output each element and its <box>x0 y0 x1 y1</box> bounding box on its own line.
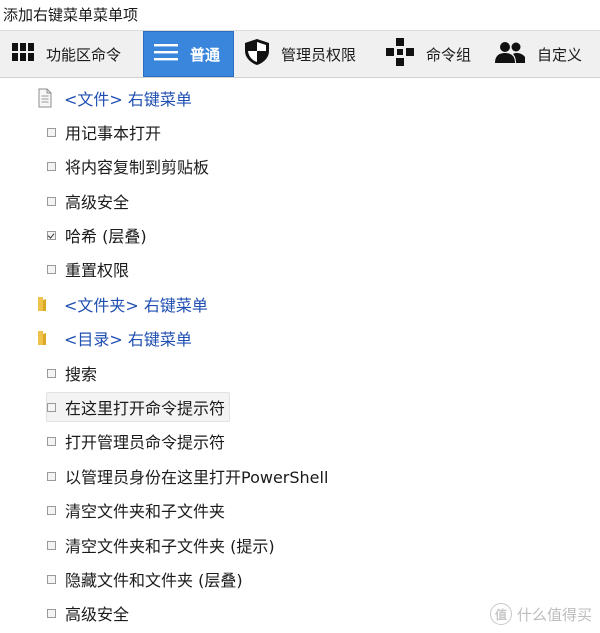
item-label: 清空文件夹和子文件夹 (提示) <box>65 537 275 556</box>
tab-label: 普通 <box>190 45 221 64</box>
checkbox[interactable] <box>47 471 56 481</box>
list-icon <box>154 43 178 65</box>
item-label: 重置权限 <box>65 261 130 280</box>
tab-label: 自定义 <box>537 45 583 64</box>
checkbox[interactable] <box>47 436 56 446</box>
menu-item[interactable]: 打开管理员命令提示符 <box>47 424 225 458</box>
checkbox[interactable] <box>47 127 56 137</box>
checkbox[interactable] <box>47 368 56 378</box>
item-label: 高级安全 <box>65 193 130 212</box>
watermark-text: 什么值得买 <box>516 605 592 624</box>
menu-item[interactable]: 将内容复制到剪贴板 <box>47 149 209 183</box>
menu-item-hovered[interactable]: 在这里打开命令提示符 <box>46 390 231 424</box>
checkbox[interactable] <box>47 402 56 412</box>
item-label: 隐藏文件和文件夹 (层叠) <box>65 571 243 590</box>
watermark: 值 什么值得买 <box>489 603 592 625</box>
section-label: <文件> 右键菜单 <box>64 90 192 109</box>
tab-command-group[interactable]: 命令组 <box>386 31 486 77</box>
menu-item[interactable]: 隐藏文件和文件夹 (层叠) <box>47 562 243 596</box>
item-label: 打开管理员命令提示符 <box>65 433 226 452</box>
checkbox[interactable] <box>47 540 56 550</box>
item-label: 用记事本打开 <box>65 124 162 143</box>
tab-label: 功能区命令 <box>46 45 122 64</box>
item-label: 将内容复制到剪贴板 <box>65 158 210 177</box>
checkbox[interactable] <box>47 608 56 618</box>
checkbox[interactable] <box>47 161 56 171</box>
file-icon <box>38 88 52 108</box>
tab-normal[interactable]: 普通 <box>143 31 234 77</box>
grid-icon <box>12 43 34 65</box>
checkbox-checked[interactable] <box>47 230 56 240</box>
checkbox[interactable] <box>47 264 56 274</box>
section-folder[interactable]: <文件夹> 右键菜单 <box>35 287 208 321</box>
checkbox[interactable] <box>47 505 56 515</box>
section-label: <目录> 右键菜单 <box>64 330 192 349</box>
shield-icon <box>245 39 269 69</box>
menu-tree: <文件> 右键菜单 用记事本打开 将内容复制到剪贴板 高级安全 哈希 (层叠) … <box>0 78 600 633</box>
tab-label: 管理员权限 <box>281 45 357 64</box>
item-label: 搜索 <box>65 365 98 384</box>
window-title: 添加右键菜单菜单项 <box>3 6 139 24</box>
tab-admin-permissions[interactable]: 管理员权限 <box>245 31 380 77</box>
folder-icon <box>38 331 46 345</box>
menu-item[interactable]: 清空文件夹和子文件夹 <box>47 493 225 527</box>
section-label: <文件夹> 右键菜单 <box>64 296 208 315</box>
hover-highlight: 在这里打开命令提示符 <box>46 392 231 422</box>
menu-item[interactable]: 用记事本打开 <box>47 115 161 149</box>
toolbar: 功能区命令 普通 管理员权限 命令组 自定义 <box>0 30 600 78</box>
item-label: 在这里打开命令提示符 <box>65 399 226 418</box>
tab-custom[interactable]: 自定义 <box>495 31 600 77</box>
menu-item[interactable]: 以管理员身份在这里打开PowerShell <box>47 459 328 493</box>
menu-item[interactable]: 高级安全 <box>47 184 129 218</box>
menu-item[interactable]: 高级安全 <box>47 596 129 630</box>
section-file[interactable]: <文件> 右键菜单 <box>35 81 192 115</box>
watermark-logo-icon: 值 <box>489 603 512 625</box>
item-label: 高级安全 <box>65 605 130 624</box>
menu-item[interactable]: 重置权限 <box>47 252 129 286</box>
checkbox[interactable] <box>47 196 56 206</box>
command-group-icon <box>386 38 414 70</box>
tab-ribbon-commands[interactable]: 功能区命令 <box>0 31 142 77</box>
menu-item[interactable]: 哈希 (层叠) <box>47 218 147 252</box>
tab-label: 命令组 <box>426 45 472 64</box>
users-icon <box>495 41 525 67</box>
checkbox[interactable] <box>47 574 56 584</box>
item-label: 清空文件夹和子文件夹 <box>65 502 226 521</box>
folder-icon <box>38 297 46 311</box>
item-label: 哈希 (层叠) <box>65 227 147 246</box>
section-directory[interactable]: <目录> 右键菜单 <box>35 321 192 355</box>
menu-item[interactable]: 搜索 <box>47 356 97 390</box>
item-label: 以管理员身份在这里打开PowerShell <box>65 468 329 487</box>
menu-item[interactable]: 清空文件夹和子文件夹 (提示) <box>47 528 275 562</box>
